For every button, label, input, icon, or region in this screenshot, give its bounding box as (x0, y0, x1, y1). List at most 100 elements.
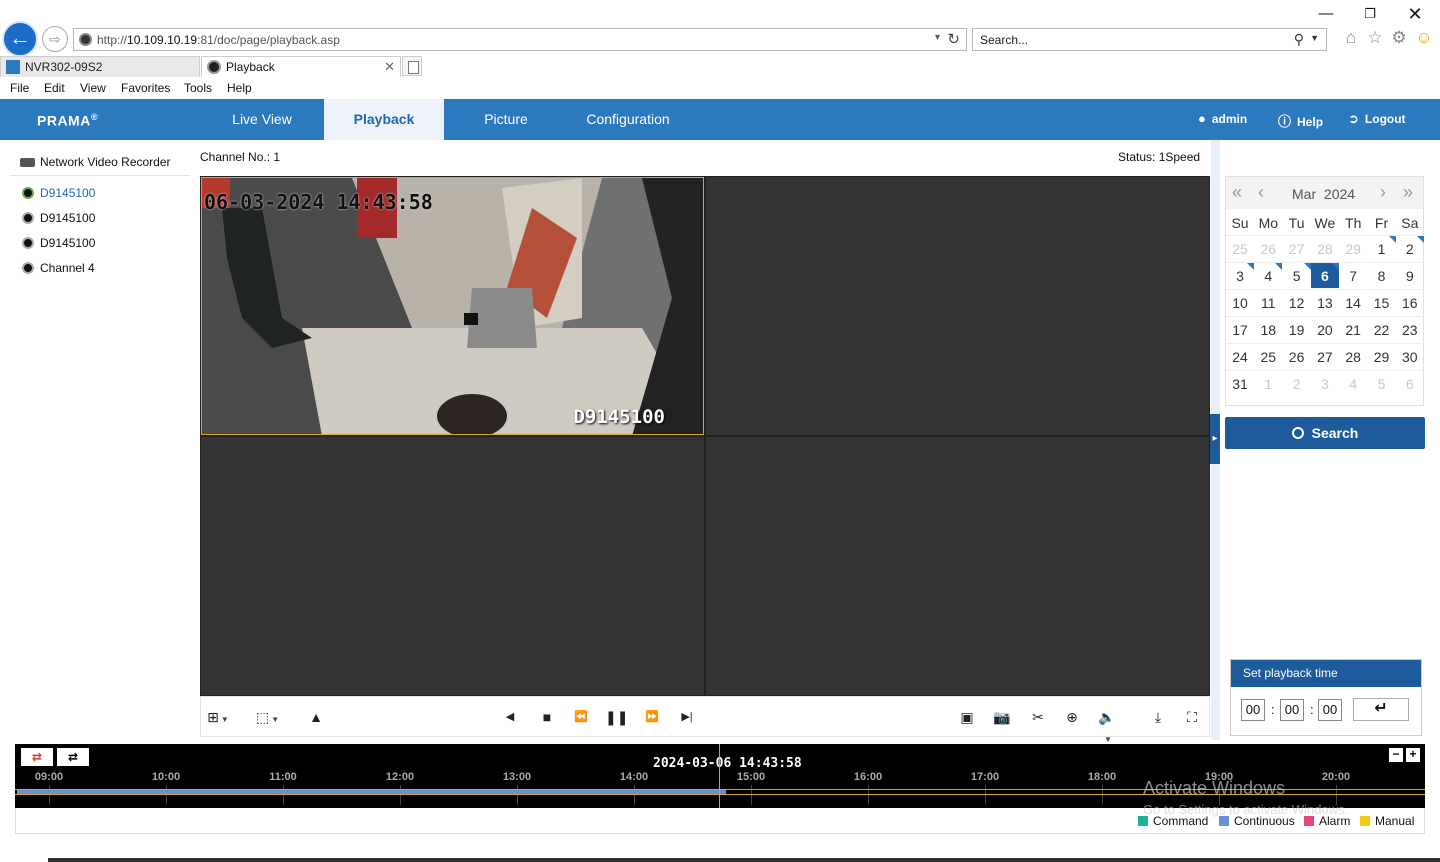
nav-picture[interactable]: Picture (446, 99, 566, 140)
menu-favorites[interactable]: Favorites (121, 81, 170, 95)
minimize-icon[interactable]: — (1315, 4, 1337, 24)
address-dropdown-icon[interactable]: ▾ (935, 32, 940, 43)
stop-icon[interactable]: ■ (536, 707, 558, 727)
next-year-icon[interactable]: » (1403, 182, 1413, 202)
calendar-day[interactable]: 25 (1226, 235, 1254, 261)
search-button[interactable]: Search (1225, 417, 1425, 449)
go-enter-button[interactable]: ↵ (1353, 698, 1409, 721)
help-link[interactable]: ⓘ Help (1278, 111, 1323, 130)
fullscreen-icon[interactable]: ⛶ (1181, 707, 1203, 727)
calendar-day[interactable]: 27 (1282, 235, 1311, 261)
zoom-in-icon[interactable]: + (1406, 748, 1420, 762)
single-frame-icon[interactable]: ▶| (676, 707, 698, 727)
clip-mark-icon[interactable]: ⇄ (21, 748, 53, 766)
tab-playback[interactable]: Playback ✕ (201, 56, 401, 77)
speed-up-icon[interactable]: ⏩ (641, 707, 663, 727)
calendar-day[interactable]: 18 (1254, 316, 1283, 342)
tree-item-channel-3[interactable]: D9145100 (22, 236, 95, 250)
menu-edit[interactable]: Edit (44, 81, 65, 95)
reverse-play-icon[interactable]: ◀ (499, 707, 521, 727)
video-pane-3[interactable] (201, 437, 704, 695)
calendar-day[interactable]: 3 (1310, 370, 1339, 396)
prev-month-icon[interactable]: ‹ (1258, 182, 1264, 202)
calendar-day[interactable]: 28 (1310, 235, 1339, 261)
calendar-day[interactable]: 8 (1367, 262, 1396, 288)
refresh-icon[interactable]: ↻ (947, 30, 960, 48)
tree-item-channel-1[interactable]: D9145100 (22, 186, 95, 200)
back-arrow-icon[interactable]: ← (2, 21, 38, 57)
nav-configuration[interactable]: Configuration (568, 99, 688, 140)
calendar-day[interactable]: 23 (1395, 316, 1424, 342)
browser-search-input[interactable]: Search... ⚲ ▼ (972, 28, 1327, 51)
download-icon[interactable]: ⤓ (1147, 707, 1169, 727)
calendar-day[interactable]: 19 (1282, 316, 1311, 342)
restore-icon[interactable]: ❐ (1359, 4, 1381, 24)
calendar-day[interactable]: 15 (1367, 289, 1396, 315)
menu-view[interactable]: View (80, 81, 106, 95)
nav-playback[interactable]: Playback (324, 99, 444, 140)
calendar-day[interactable]: 30 (1395, 343, 1424, 369)
calendar-day[interactable]: 28 (1339, 343, 1368, 369)
video-pane-4[interactable] (706, 437, 1209, 695)
calendar-day[interactable]: 12 (1282, 289, 1311, 315)
smiley-feedback-icon[interactable]: ☺ (1415, 29, 1433, 47)
menu-file[interactable]: File (10, 81, 29, 95)
address-bar[interactable]: http://10.109.10.19:81/doc/page/playback… (73, 28, 967, 51)
audio-mute-icon[interactable]: 🔈▼ (1096, 707, 1118, 744)
zoom-out-icon[interactable]: − (1389, 748, 1403, 762)
tree-item-channel-4[interactable]: Channel 4 (22, 261, 95, 275)
calendar-day[interactable]: 29 (1339, 235, 1368, 261)
calendar-day[interactable]: 5 (1282, 262, 1311, 288)
timeline-cursor[interactable] (719, 744, 720, 808)
calendar-day[interactable]: 22 (1367, 316, 1396, 342)
menu-help[interactable]: Help (227, 81, 252, 95)
collapse-panel-icon[interactable]: ▸ (1210, 414, 1220, 464)
calendar-day[interactable]: 6 (1310, 262, 1339, 288)
search-dropdown-icon[interactable]: ▼ (1310, 33, 1319, 43)
second-field[interactable]: 00 (1318, 699, 1342, 721)
calendar-day[interactable]: 13 (1310, 289, 1339, 315)
calendar-day[interactable]: 11 (1254, 289, 1283, 315)
window-layout-icon[interactable]: ⊞ ▼ (207, 707, 229, 727)
forward-arrow-icon[interactable]: ⇨ (42, 26, 68, 52)
clip-scissors-icon[interactable]: ✂ (1027, 707, 1049, 727)
calendar-day[interactable]: 31 (1226, 370, 1254, 396)
tree-item-channel-2[interactable]: D9145100 (22, 211, 95, 225)
video-pane-2[interactable] (706, 177, 1209, 435)
calendar-day[interactable]: 26 (1254, 235, 1283, 261)
calendar-day[interactable]: 10 (1226, 289, 1254, 315)
favorites-star-icon[interactable]: ☆ (1366, 29, 1384, 47)
calendar-day[interactable]: 21 (1339, 316, 1368, 342)
digital-zoom-icon[interactable]: ⊕ (1061, 707, 1083, 727)
close-tab-icon[interactable]: ✕ (384, 57, 395, 77)
calendar-day[interactable]: 29 (1367, 343, 1396, 369)
calendar-day[interactable]: 27 (1310, 343, 1339, 369)
hour-field[interactable]: 00 (1241, 699, 1265, 721)
logout-link[interactable]: ➲ Logout (1348, 111, 1406, 127)
calendar-day[interactable]: 4 (1339, 370, 1368, 396)
tab-nvr[interactable]: NVR302-09S2 (0, 56, 200, 77)
calendar-day[interactable]: 7 (1339, 262, 1368, 288)
window-select-icon[interactable]: ⬚ ▼ (256, 707, 279, 727)
calendar-day[interactable]: 2 (1282, 370, 1311, 396)
calendar-day[interactable]: 24 (1226, 343, 1254, 369)
menu-tools[interactable]: Tools (184, 81, 212, 95)
calendar-day[interactable]: 14 (1339, 289, 1368, 315)
export-mark-icon[interactable]: ⇄ (57, 748, 89, 766)
user-menu[interactable]: ● admin (1198, 111, 1247, 126)
calendar-day[interactable]: 4 (1254, 262, 1283, 288)
minute-field[interactable]: 00 (1280, 699, 1304, 721)
calendar-day[interactable]: 16 (1395, 289, 1424, 315)
calendar-day[interactable]: 26 (1282, 343, 1311, 369)
search-icon[interactable]: ⚲ (1294, 31, 1304, 48)
calendar-day[interactable]: 9 (1395, 262, 1424, 288)
calendar-day[interactable]: 20 (1310, 316, 1339, 342)
home-icon[interactable]: ⌂ (1342, 29, 1360, 47)
close-window-icon[interactable]: ✕ (1404, 4, 1426, 24)
calendar-day[interactable]: 5 (1367, 370, 1396, 396)
calendar-day[interactable]: 1 (1367, 235, 1396, 261)
calendar-day[interactable]: 25 (1254, 343, 1283, 369)
video-pane-1[interactable]: 06-03-2024 14:43:58 D9145100 (201, 177, 704, 435)
next-month-icon[interactable]: › (1380, 182, 1386, 202)
prev-year-icon[interactable]: « (1232, 182, 1242, 202)
